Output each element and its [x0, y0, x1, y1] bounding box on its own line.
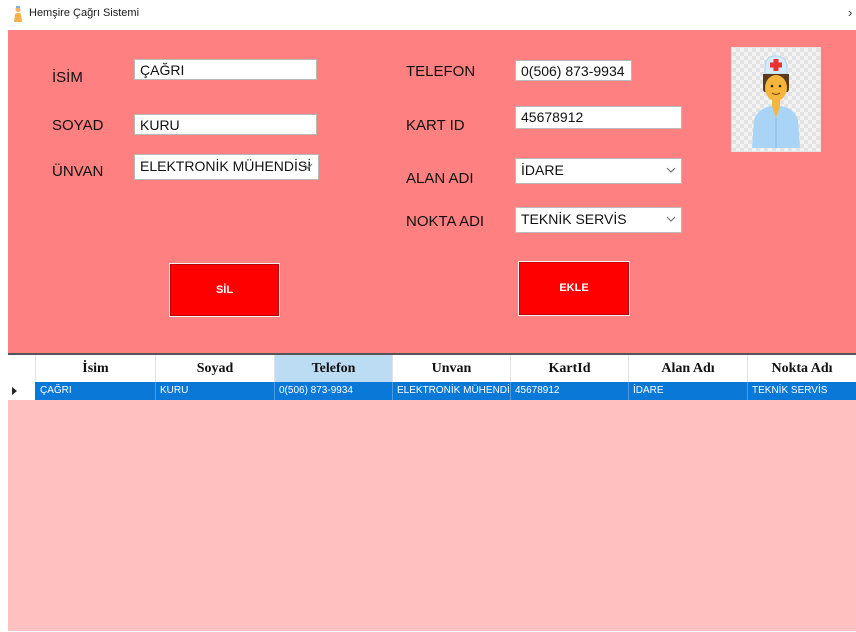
cell-unvan[interactable]: ELEKTRONİK MÜHENDİSİ [393, 382, 511, 400]
cell-kartid[interactable]: 45678912 [511, 382, 629, 400]
telefon-input[interactable]: 0(506) 873-9934 [515, 60, 632, 81]
grid-header: İsim Soyad Telefon Unvan KartId Alan Adı… [8, 353, 856, 382]
column-header-unvan[interactable]: Unvan [393, 355, 511, 382]
unvan-select[interactable]: ELEKTRONİK MÜHENDİSİ [134, 154, 319, 180]
add-button[interactable]: EKLE [518, 261, 630, 316]
column-header-alan-adi[interactable]: Alan Adı [629, 355, 748, 382]
alan-adi-select-value: İDARE [521, 162, 564, 178]
chevron-down-icon [666, 167, 676, 173]
app-icon [12, 6, 24, 22]
soyad-label: SOYAD [52, 117, 104, 134]
chevron-down-icon [303, 163, 313, 169]
nokta-adi-label: NOKTA ADI [406, 213, 485, 230]
add-button-label: EKLE [559, 282, 589, 294]
window-title: Hemşire Çağrı Sistemi [29, 7, 140, 19]
unvan-select-value: ELEKTRONİK MÜHENDİSİ [140, 158, 312, 174]
row-pointer-icon [12, 387, 17, 395]
records-grid: İsim Soyad Telefon Unvan KartId Alan Adı… [8, 353, 856, 631]
soyad-input[interactable]: KURU [134, 114, 317, 135]
nurse-avatar [731, 47, 821, 152]
cell-telefon[interactable]: 0(506) 873-9934 [275, 382, 393, 400]
column-header-soyad[interactable]: Soyad [156, 355, 275, 382]
table-row[interactable]: ÇAĞRI KURU 0(506) 873-9934 ELEKTRONİK MÜ… [8, 382, 856, 400]
column-header-telefon[interactable]: Telefon [275, 355, 393, 382]
cell-soyad[interactable]: KURU [156, 382, 275, 400]
column-header-kartid[interactable]: KartId [511, 355, 629, 382]
column-header-isim[interactable]: İsim [36, 355, 156, 382]
isim-label: İSİM [52, 69, 83, 86]
isim-input[interactable]: ÇAĞRI [134, 59, 317, 80]
title-bar: Hemşire Çağrı Sistemi › [0, 0, 856, 30]
unvan-label: ÜNVAN [52, 163, 104, 180]
row-selector[interactable] [8, 382, 35, 400]
header-row-selector [8, 355, 36, 382]
chevron-down-icon [666, 216, 676, 222]
nokta-adi-select[interactable]: TEKNİK SERVİS [515, 207, 682, 233]
nurse-icon [752, 55, 800, 148]
telefon-label: TELEFON [406, 63, 476, 80]
form-panel: İSİM ÇAĞRI SOYAD KURU ÜNVAN ELEKTRONİK M… [8, 30, 856, 353]
kart-id-label: KART ID [406, 117, 465, 134]
cell-alan-adi[interactable]: İDARE [629, 382, 748, 400]
cell-nokta-adi[interactable]: TEKNİK SERVİS [748, 382, 856, 400]
app-window: Hemşire Çağrı Sistemi › İSİM ÇAĞRI SOYAD… [0, 0, 856, 632]
column-header-nokta-adi[interactable]: Nokta Adı [748, 355, 856, 382]
kart-id-input[interactable]: 45678912 [515, 106, 682, 129]
delete-button-label: SİL [215, 284, 234, 296]
delete-button[interactable]: SİL [169, 263, 280, 317]
alan-adi-select[interactable]: İDARE [515, 158, 682, 184]
alan-adi-label: ALAN ADI [406, 170, 474, 187]
nokta-adi-select-value: TEKNİK SERVİS [521, 211, 627, 227]
cell-isim[interactable]: ÇAĞRI [36, 382, 156, 400]
close-icon[interactable]: › [848, 5, 852, 20]
